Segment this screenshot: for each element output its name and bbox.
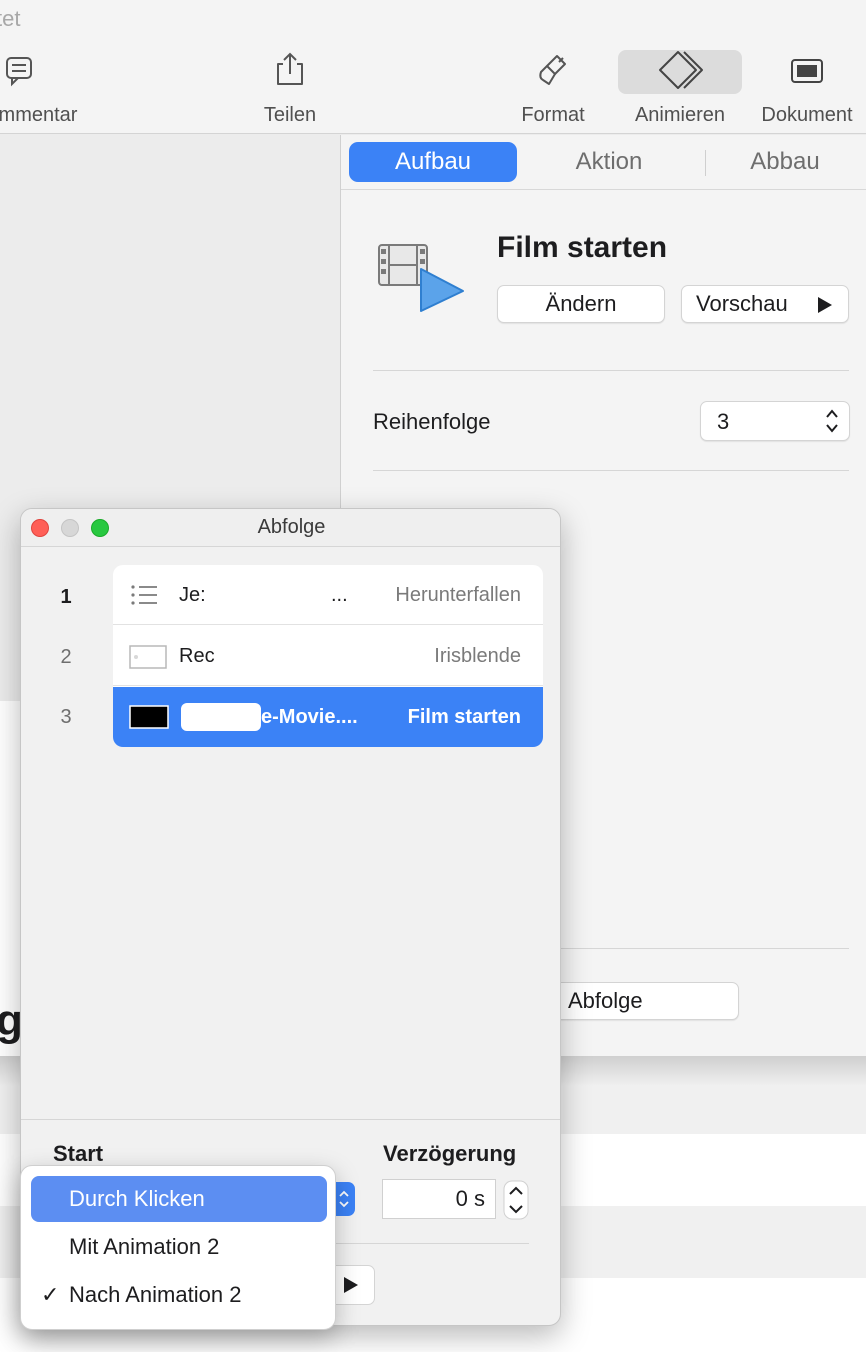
up-down-chevron-icon: [826, 409, 838, 433]
toolbar-comment-label: mmentar: [0, 104, 78, 126]
tab-abbau[interactable]: Abbau: [711, 142, 859, 182]
sequence-button[interactable]: Abfolge: [541, 982, 739, 1020]
tabs-divider: [341, 189, 866, 190]
preview-button-label: Vorschau: [696, 291, 788, 316]
delay-stepper[interactable]: [502, 1180, 530, 1220]
build-row-name: Rec: [179, 645, 215, 667]
order-stepper[interactable]: 3: [700, 401, 850, 441]
delay-input[interactable]: 0 s: [382, 1179, 496, 1219]
film-play-icon: [378, 244, 464, 312]
toolbar-format-button[interactable]: Format: [503, 50, 603, 130]
checkmark-icon: ✓: [41, 1282, 60, 1307]
build-row-name: e-Movie....: [261, 706, 358, 728]
toolbar-comment-button[interactable]: mmentar: [0, 50, 90, 130]
play-icon: [344, 1277, 358, 1293]
sequence-window-title: Abfolge: [257, 516, 326, 538]
build-row-1[interactable]: Je: ... Herunterfallen: [113, 565, 543, 625]
image-thumbnail-icon: [129, 645, 167, 669]
delay-label: Verzögerung: [383, 1141, 517, 1166]
movie-thumbnail-icon: [129, 705, 169, 729]
build-row-name-truncation: ...: [331, 584, 348, 606]
inspector-divider: [373, 370, 849, 371]
start-dropdown-menu: Durch Klicken Mit Animation 2 ✓ Nach Ani…: [20, 1165, 336, 1330]
animate-diamond-icon: [659, 51, 703, 89]
sequence-divider: [333, 1243, 529, 1244]
play-icon: [818, 297, 832, 313]
build-row-2[interactable]: Rec Irisblende: [113, 626, 543, 686]
build-row-effect: Film starten: [407, 706, 521, 728]
inspector-divider: [561, 948, 849, 949]
sequence-preview-button[interactable]: [333, 1265, 375, 1305]
menu-item-label: Nach Animation 2: [69, 1282, 242, 1307]
menu-item-nach-animation[interactable]: ✓ Nach Animation 2: [31, 1272, 327, 1318]
build-row-effect: Herunterfallen: [395, 584, 521, 606]
window-title: tet: [0, 6, 21, 31]
row-number: 3: [60, 706, 72, 728]
row-separator: [113, 624, 543, 625]
paintbrush-icon: [539, 55, 566, 85]
toolbar-share-label: Teilen: [263, 104, 317, 126]
row-separator: [113, 685, 543, 686]
menu-item-label: Mit Animation 2: [69, 1234, 220, 1259]
sequence-divider: [21, 1119, 560, 1120]
order-value: 3: [717, 409, 730, 434]
list-icon: [131, 585, 157, 605]
toolbar-share-button[interactable]: Teilen: [240, 50, 340, 130]
order-label: Reihenfolge: [373, 409, 491, 434]
toolbar-document-label: Dokument: [761, 104, 853, 126]
build-row-3[interactable]: e-Movie.... Film starten: [113, 687, 543, 747]
build-row-name: Je:: [179, 584, 206, 606]
menu-item-label: Durch Klicken: [69, 1186, 205, 1211]
toolbar-format-label: Format: [521, 104, 585, 126]
document-icon: [791, 59, 823, 83]
row-number: 2: [60, 646, 72, 668]
comment-icon: [6, 57, 32, 87]
tab-divider: [705, 150, 706, 176]
toolbar-document-button[interactable]: Dokument: [752, 50, 862, 130]
redacted-text: [181, 703, 261, 731]
menu-item-durch-klicken[interactable]: Durch Klicken: [31, 1176, 327, 1222]
build-row-effect: Irisblende: [434, 645, 521, 667]
toolbar-animate-label: Animieren: [634, 104, 726, 126]
sequence-window-titlebar[interactable]: Abfolge: [21, 509, 560, 547]
toolbar-animate-button[interactable]: Animieren: [618, 50, 742, 130]
tab-aktion[interactable]: Aktion: [525, 142, 693, 182]
start-label: Start: [53, 1141, 104, 1166]
share-icon: [277, 52, 303, 85]
start-popup-button[interactable]: [333, 1182, 355, 1216]
inspector-divider: [373, 470, 849, 471]
toolbar: tet mmentar Teilen Format Anim: [0, 0, 866, 134]
effect-title: Film starten: [497, 231, 668, 264]
inspector-tabs: Aufbau Aktion Abbau: [349, 142, 859, 182]
change-effect-button[interactable]: Ändern: [497, 285, 665, 323]
menu-item-mit-animation[interactable]: Mit Animation 2: [31, 1224, 327, 1270]
row-number: 1: [60, 586, 72, 608]
chevron-up-down-icon: [339, 1190, 349, 1208]
preview-button[interactable]: Vorschau: [681, 285, 849, 323]
tab-aufbau[interactable]: Aufbau: [349, 142, 517, 182]
build-order-list: Je: ... Herunterfallen Rec Irisblende e-…: [113, 565, 543, 747]
